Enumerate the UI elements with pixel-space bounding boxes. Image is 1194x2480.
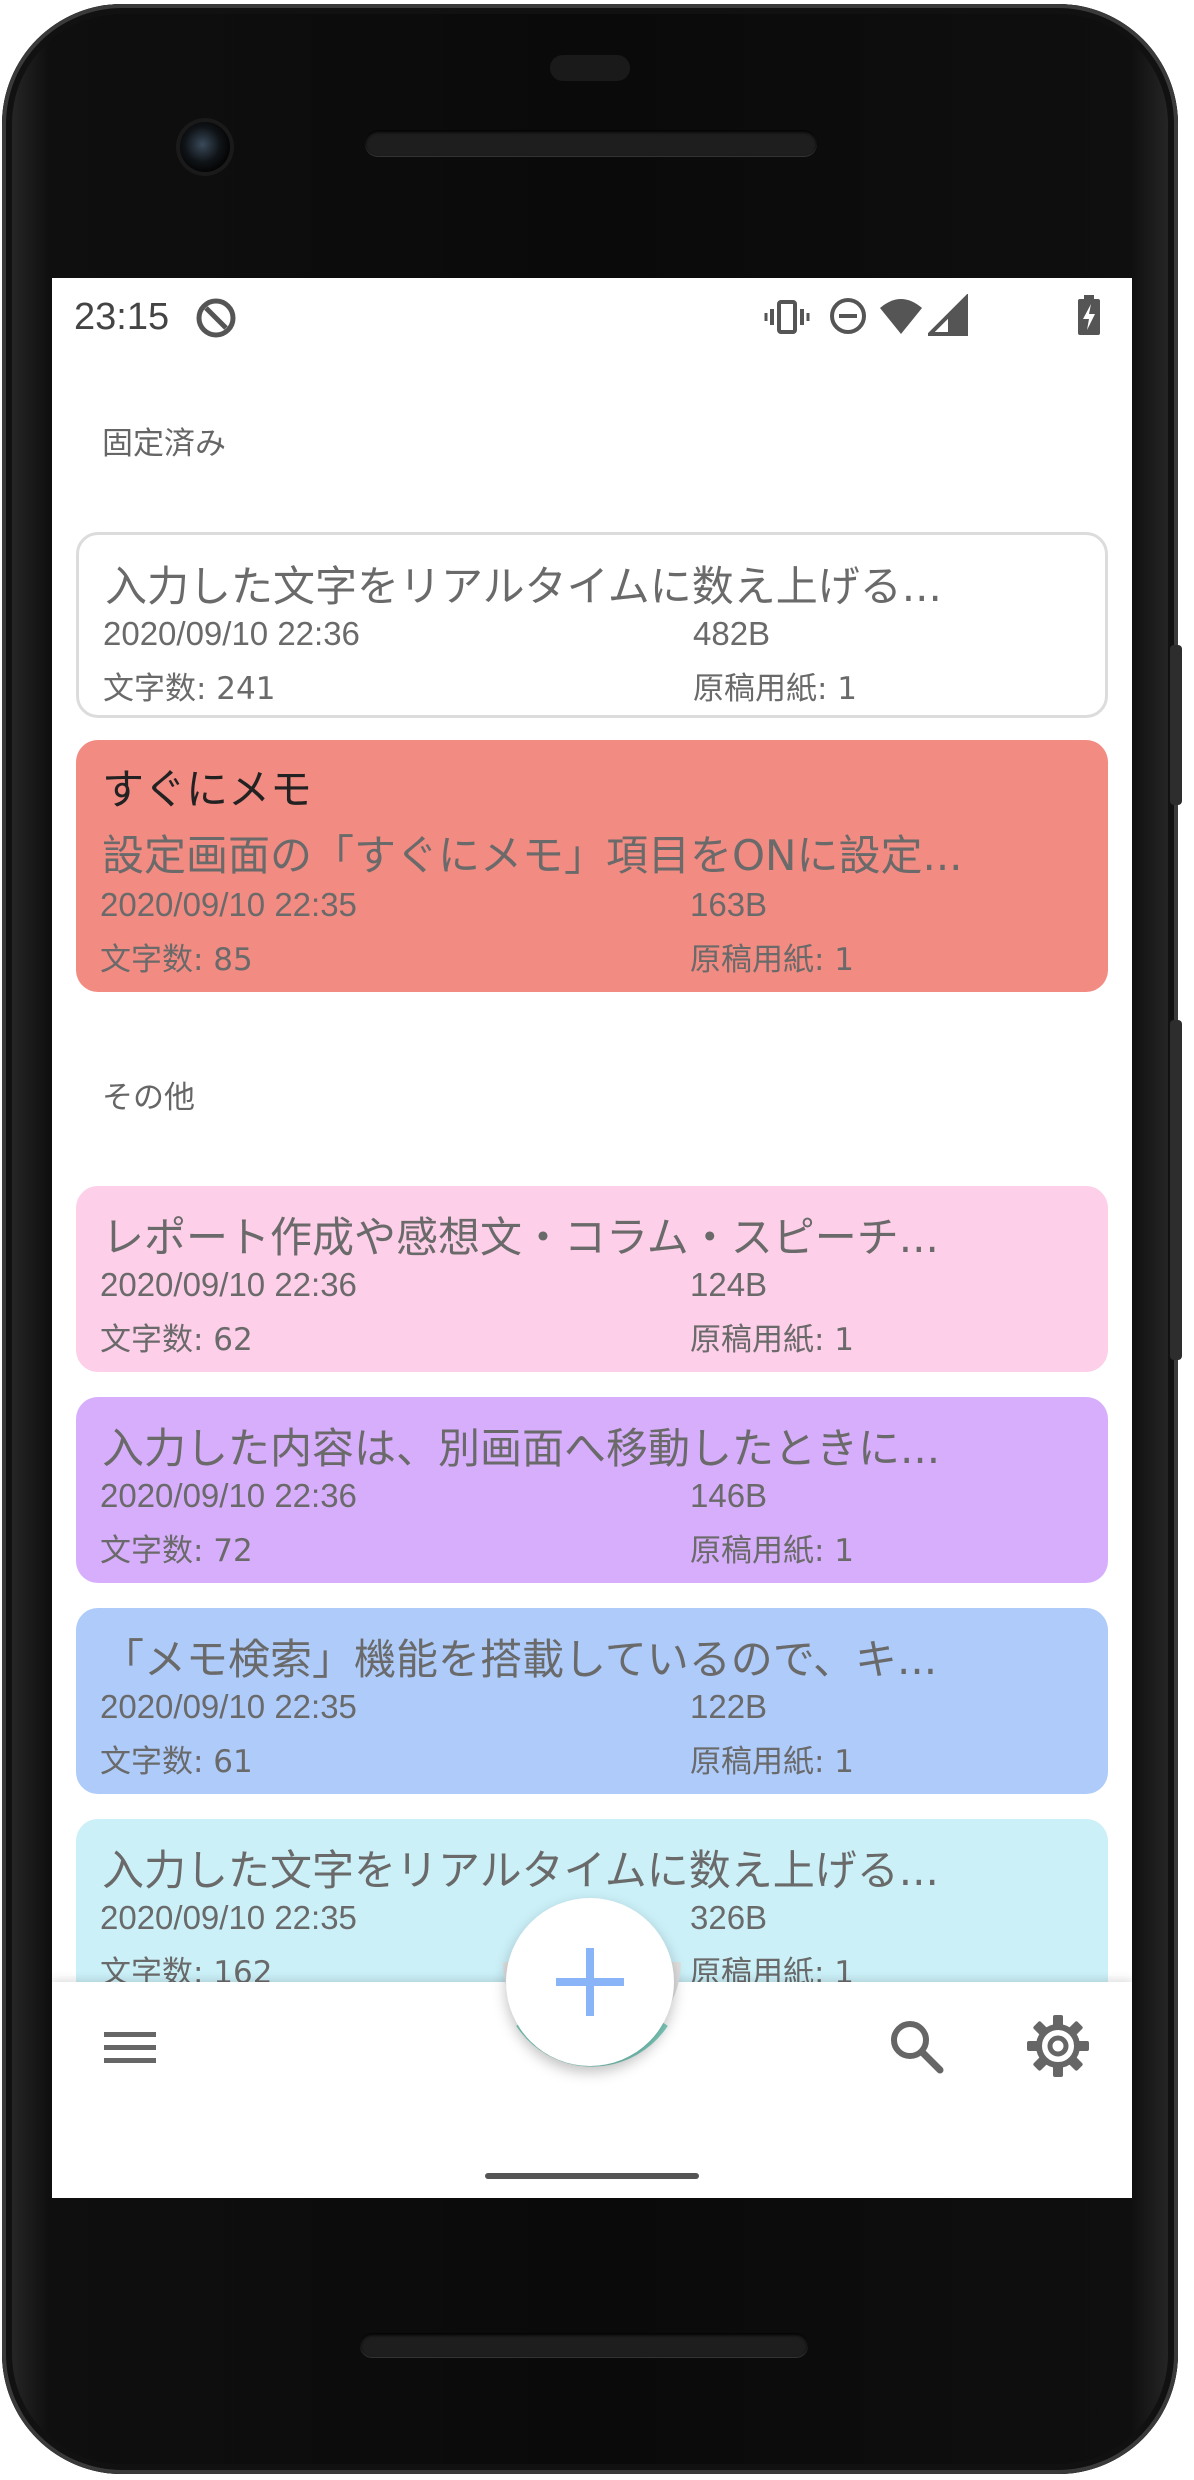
section-label-pinned: 固定済み (102, 426, 226, 462)
memo-date: 2020/09/10 22:35 (100, 1899, 357, 1936)
memo-date: 2020/09/10 22:36 (100, 1477, 357, 1514)
memo-card[interactable]: 「メモ検索」機能を搭載しているので、キ... 2020/09/10 22:35 … (76, 1608, 1108, 1794)
signal-icon (925, 293, 968, 343)
top-speaker (365, 130, 817, 156)
status-bar: 23:15 (52, 278, 1132, 356)
wifi-icon (878, 294, 924, 343)
memo-size: 482B (693, 615, 771, 652)
memo-body: レポート作成や感想文・コラム・スピーチ... (102, 1213, 939, 1262)
memo-char-count: 文字数: 72 (100, 1533, 253, 1569)
memo-char-count: 文字数: 62 (100, 1322, 253, 1358)
status-time: 23:15 (74, 296, 170, 338)
bottom-speaker (360, 2333, 808, 2357)
app-screen: 23:15 固定済み 入力した文字をリアルタイムに数え上げる... 2020/0… (52, 278, 1132, 2198)
memo-char-count: 文字数: 241 (103, 671, 276, 707)
memo-size: 163B (690, 886, 768, 923)
do-not-disturb-icon (826, 294, 870, 343)
power-button (1170, 645, 1182, 805)
at-sign-icon (194, 296, 238, 345)
memo-body: 設定画面の「すぐにメモ」項目をONに設定... (102, 831, 963, 880)
battery-charging-icon (1076, 294, 1102, 343)
plus-icon (556, 1948, 624, 2016)
memo-body: 「メモ検索」機能を搭載しているので、キ... (102, 1635, 938, 1684)
memo-date: 2020/09/10 22:36 (100, 1266, 357, 1303)
earpiece-sensor (550, 55, 630, 81)
memo-manuscript-pages: 原稿用紙: 1 (693, 671, 858, 707)
memo-manuscript-pages: 原稿用紙: 1 (690, 1322, 855, 1358)
memo-card-pinned-1[interactable]: 入力した文字をリアルタイムに数え上げる... 2020/09/10 22:36 … (76, 532, 1108, 718)
memo-char-count: 文字数: 61 (100, 1744, 253, 1780)
memo-card[interactable]: 入力した内容は、別画面へ移動したときに... 2020/09/10 22:36 … (76, 1397, 1108, 1583)
front-camera (180, 122, 230, 172)
memo-date: 2020/09/10 22:35 (100, 1688, 357, 1725)
vibrate-icon (764, 294, 810, 345)
menu-icon[interactable] (100, 2018, 160, 2082)
memo-manuscript-pages: 原稿用紙: 1 (690, 1744, 855, 1780)
memo-title: すぐにメモ (102, 765, 313, 814)
phone-frame: 23:15 固定済み 入力した文字をリアルタイムに数え上げる... 2020/0… (0, 0, 1194, 2480)
memo-card-pinned-2[interactable]: すぐにメモ 設定画面の「すぐにメモ」項目をONに設定... 2020/09/10… (76, 740, 1108, 992)
section-label-others: その他 (102, 1080, 195, 1116)
gear-icon[interactable] (1024, 2012, 1092, 2084)
add-memo-button[interactable] (506, 1898, 674, 2066)
memo-body: 入力した文字をリアルタイムに数え上げる... (105, 562, 942, 611)
memo-date: 2020/09/10 22:35 (100, 886, 357, 923)
memo-body: 入力した文字をリアルタイムに数え上げる... (102, 1846, 939, 1895)
volume-button (1170, 1020, 1182, 1360)
memo-char-count: 文字数: 85 (100, 942, 253, 978)
memo-date: 2020/09/10 22:36 (103, 615, 360, 652)
memo-manuscript-pages: 原稿用紙: 1 (690, 1533, 855, 1569)
memo-size: 122B (690, 1688, 768, 1725)
memo-body: 入力した内容は、別画面へ移動したときに... (102, 1424, 941, 1473)
memo-size: 146B (690, 1477, 768, 1514)
memo-card[interactable]: レポート作成や感想文・コラム・スピーチ... 2020/09/10 22:36 … (76, 1186, 1108, 1372)
home-indicator[interactable] (485, 2173, 699, 2179)
memo-size: 326B (690, 1899, 768, 1936)
memo-manuscript-pages: 原稿用紙: 1 (690, 942, 855, 978)
search-icon[interactable] (884, 2014, 948, 2082)
memo-size: 124B (690, 1266, 768, 1303)
